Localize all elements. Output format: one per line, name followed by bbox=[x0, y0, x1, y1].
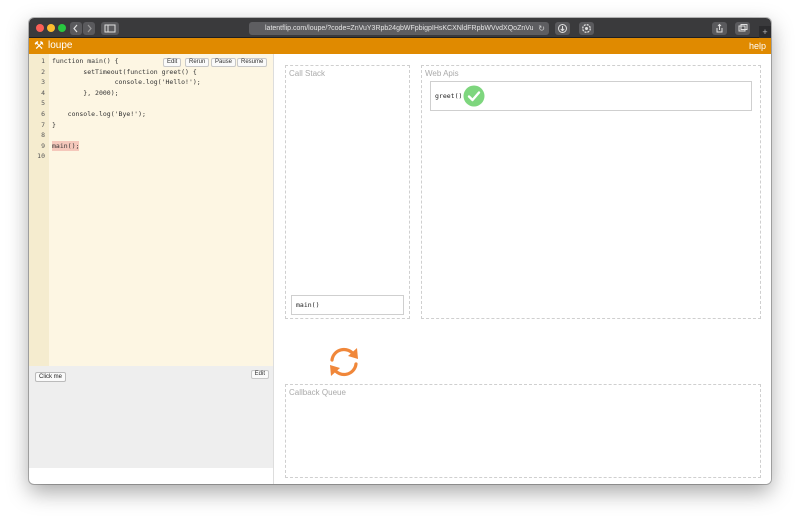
call-stack-title: Call Stack bbox=[289, 69, 326, 78]
code-editor[interactable]: Edit Rerun Pause Resume 1 function main()… bbox=[29, 54, 273, 366]
call-stack-box: Call Stack main() bbox=[285, 65, 410, 319]
share-button[interactable] bbox=[712, 22, 727, 35]
callback-queue-title: Callback Queue bbox=[289, 388, 346, 397]
line-number: 5 bbox=[41, 99, 45, 108]
resume-button[interactable]: Resume bbox=[237, 58, 268, 67]
line-number: 3 bbox=[41, 78, 45, 87]
sidebar-button[interactable] bbox=[101, 22, 119, 35]
browser-window: latentflip.com/loupe/?code=ZnVuY3Rpb24gb… bbox=[29, 18, 771, 484]
close-window-button[interactable] bbox=[36, 24, 44, 32]
code-line: } bbox=[52, 120, 56, 129]
line-number: 7 bbox=[41, 120, 45, 129]
check-circle-icon bbox=[463, 85, 485, 107]
download-icon bbox=[558, 24, 567, 33]
event-loop-refresh-icon bbox=[330, 347, 358, 377]
html-preview-pane: Click me Edit bbox=[29, 366, 273, 468]
tabs-icon bbox=[738, 24, 748, 32]
browser-titlebar: latentflip.com/loupe/?code=ZnVuY3Rpb24gb… bbox=[29, 18, 771, 38]
app-title[interactable]: loupe bbox=[48, 40, 72, 52]
line-number: 2 bbox=[41, 67, 45, 76]
code-line: setTimeout(function greet() { bbox=[52, 67, 197, 76]
line-number: 6 bbox=[41, 110, 45, 118]
line-number: 1 bbox=[41, 57, 45, 65]
chevron-right-icon bbox=[87, 24, 92, 33]
line-number: 8 bbox=[41, 131, 45, 140]
app-header: ⚒ loupe help bbox=[29, 38, 771, 54]
visualization-pane: Call Stack main() Web Apis greet() Callb… bbox=[273, 54, 771, 484]
left-pane: Edit Rerun Pause Resume 1 function main()… bbox=[29, 54, 273, 484]
minimize-window-button[interactable] bbox=[47, 24, 55, 32]
code-line: }, 2000); bbox=[52, 88, 119, 97]
code-line: console.log('Bye!'); bbox=[52, 110, 146, 118]
pause-button[interactable]: Pause bbox=[211, 58, 237, 67]
url-text: latentflip.com/loupe/?code=ZnVuY3Rpb24gb… bbox=[265, 25, 533, 32]
click-me-button[interactable]: Click me bbox=[35, 372, 67, 382]
line-number: 10 bbox=[37, 152, 45, 161]
address-bar[interactable]: latentflip.com/loupe/?code=ZnVuY3Rpb24gb… bbox=[249, 22, 549, 35]
stack-frame: main() bbox=[291, 295, 404, 315]
web-api-label: greet() bbox=[435, 92, 463, 100]
web-api-item: greet() bbox=[430, 81, 752, 111]
new-tab-button[interactable]: + bbox=[759, 26, 771, 38]
back-button[interactable] bbox=[70, 22, 82, 35]
help-link[interactable]: help bbox=[749, 40, 766, 52]
line-number: 9 bbox=[41, 141, 45, 150]
share-icon bbox=[716, 23, 723, 33]
forward-button[interactable] bbox=[83, 22, 95, 35]
downloads-button[interactable] bbox=[555, 22, 570, 35]
tabs-button[interactable] bbox=[735, 22, 750, 35]
zoom-window-button[interactable] bbox=[58, 24, 66, 32]
reload-icon[interactable]: ↻ bbox=[538, 22, 545, 35]
code-line: main(); bbox=[52, 140, 80, 152]
sidebar-icon bbox=[104, 24, 116, 33]
line-number: 4 bbox=[41, 88, 45, 97]
code-line: function main() { bbox=[52, 57, 119, 65]
chevron-left-icon bbox=[73, 24, 78, 33]
tools-icon: ⚒ bbox=[34, 40, 44, 52]
callback-queue-box: Callback Queue bbox=[285, 384, 761, 478]
gear-icon bbox=[582, 24, 591, 33]
web-apis-title: Web Apis bbox=[425, 69, 459, 78]
html-edit-button[interactable]: Edit bbox=[250, 370, 269, 379]
code-line: console.log('Hello!'); bbox=[52, 78, 201, 87]
web-apis-box: Web Apis greet() bbox=[421, 65, 761, 319]
extension-button[interactable] bbox=[579, 22, 594, 35]
